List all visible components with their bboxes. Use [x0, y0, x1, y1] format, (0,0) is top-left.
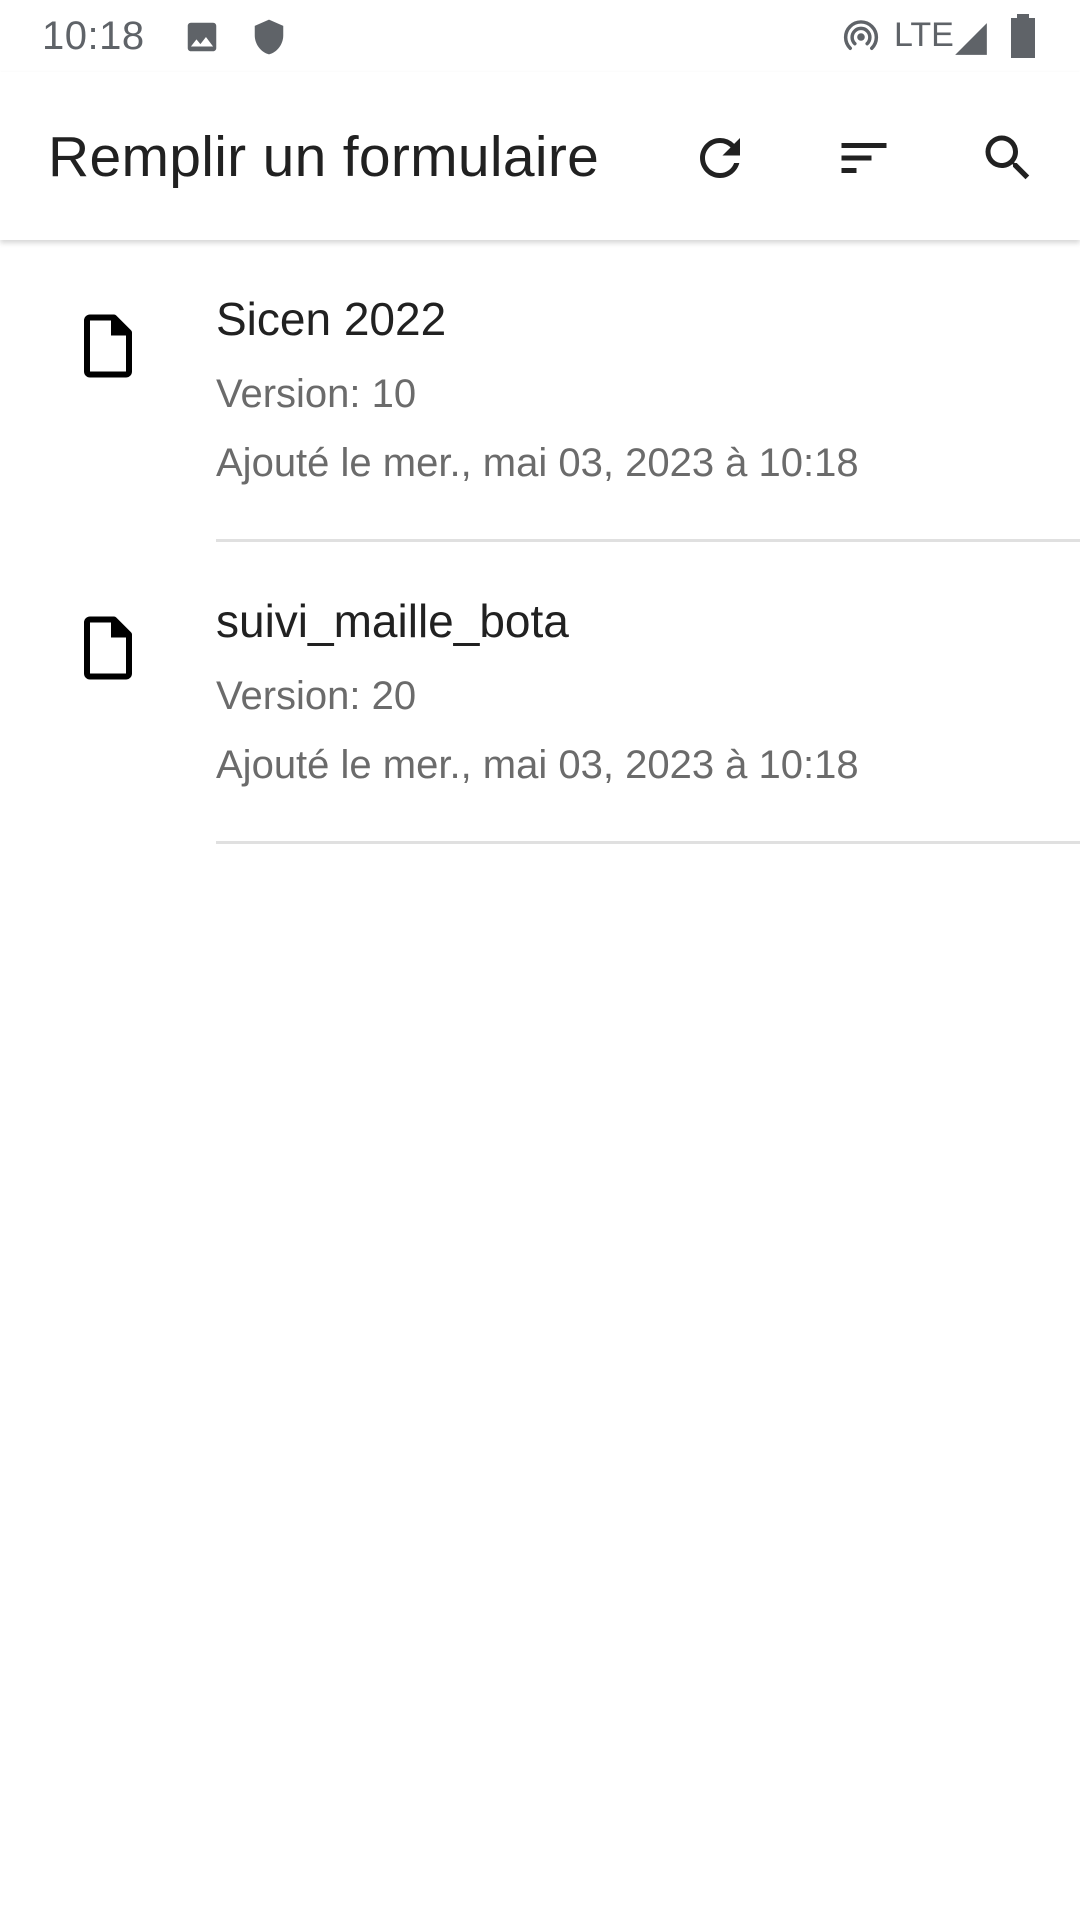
list-item[interactable]: Sicen 2022 Version: 10 Ajouté le mer., m…	[0, 240, 1080, 542]
list-item[interactable]: suivi_maille_bota Version: 20 Ajouté le …	[0, 542, 1080, 844]
hotspot-icon	[842, 18, 880, 56]
battery-icon	[1006, 14, 1040, 58]
search-icon	[978, 128, 1038, 188]
status-bar: 10:18 LTE	[0, 0, 1080, 72]
search-button[interactable]	[960, 110, 1056, 206]
form-added-date: Ajouté le mer., mai 03, 2023 à 10:18	[216, 441, 859, 485]
sort-icon	[834, 128, 894, 188]
form-list: Sicen 2022 Version: 10 Ajouté le mer., m…	[0, 240, 1080, 844]
signal-icon	[952, 20, 990, 58]
refresh-button[interactable]	[672, 110, 768, 206]
sort-button[interactable]	[816, 110, 912, 206]
network-type-label: LTE	[894, 16, 954, 54]
form-name: Sicen 2022	[216, 293, 447, 345]
form-version: Version: 20	[216, 674, 417, 718]
status-time: 10:18	[42, 14, 145, 58]
file-icon	[72, 612, 144, 684]
image-icon	[183, 18, 221, 56]
shield-icon	[250, 18, 288, 56]
form-version: Version: 10	[216, 372, 417, 416]
refresh-icon	[690, 128, 750, 188]
app-bar: Remplir un formulaire	[0, 72, 1080, 240]
form-added-date: Ajouté le mer., mai 03, 2023 à 10:18	[216, 743, 859, 787]
file-icon	[72, 310, 144, 382]
page-title: Remplir un formulaire	[48, 125, 600, 189]
form-name: suivi_maille_bota	[216, 595, 569, 647]
divider	[216, 841, 1080, 844]
